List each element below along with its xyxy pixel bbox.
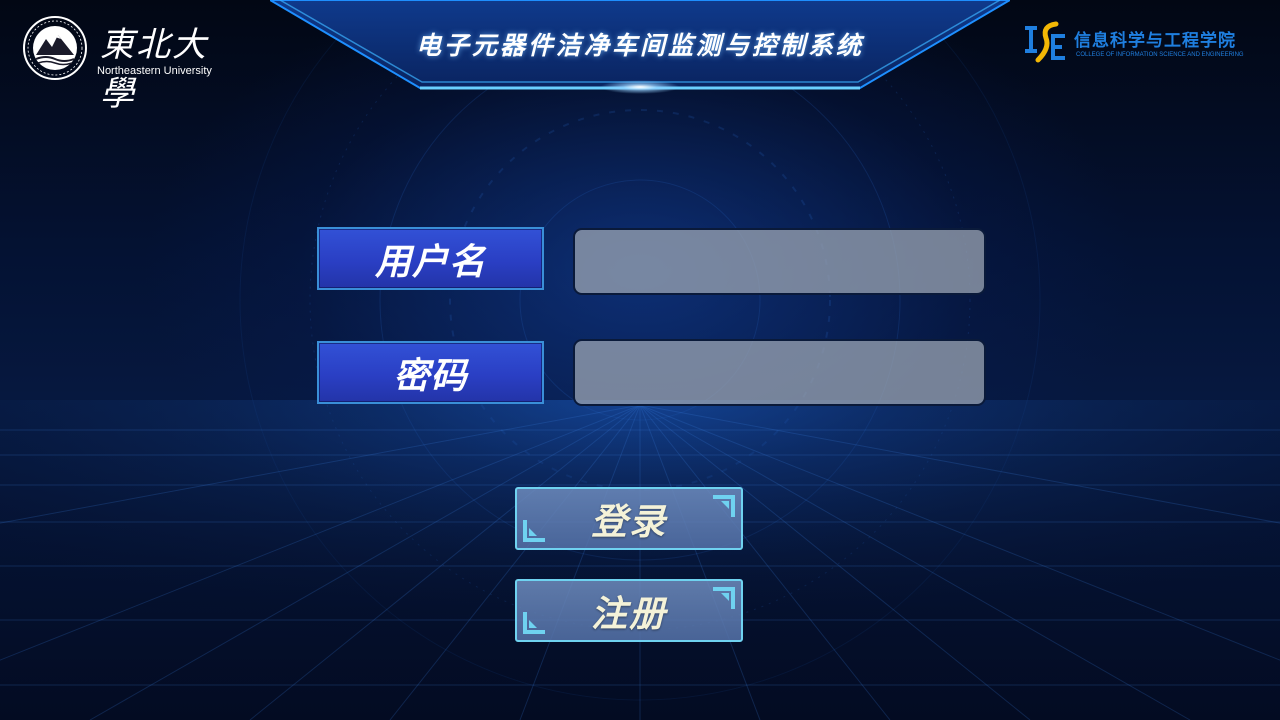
college-name-cn: 信息科学与工程学院 [1074, 31, 1236, 51]
title-glow [600, 80, 680, 94]
register-button-label: 注册 [590, 593, 667, 635]
username-input[interactable] [573, 228, 986, 295]
university-seal-icon [23, 16, 87, 80]
university-name-en: Northeastern University [97, 65, 212, 77]
password-label-text: 密码 [393, 355, 468, 397]
corner-bracket-icon [713, 587, 735, 609]
corner-bracket-icon [713, 495, 735, 517]
login-screen: 电子元器件洁净车间监测与控制系统 東北大學 Northeastern Unive… [0, 0, 1280, 720]
corner-bracket-icon [523, 612, 545, 634]
login-button-label: 登录 [590, 501, 667, 543]
login-button[interactable]: 登录 [515, 487, 743, 550]
page-title: 电子元器件洁净车间监测与控制系统 [415, 31, 864, 60]
corner-bracket-icon [523, 520, 545, 542]
username-label: 用户名 [317, 227, 544, 290]
password-input[interactable] [573, 339, 986, 406]
university-logo: 東北大學 Northeastern University [22, 15, 222, 114]
college-name-en: COLLEGE OF INFORMATION SCIENCE AND ENGIN… [1076, 52, 1244, 58]
register-button[interactable]: 注册 [515, 579, 743, 642]
password-label: 密码 [317, 341, 544, 404]
college-mark-icon [1025, 21, 1065, 63]
username-label-text: 用户名 [374, 241, 486, 283]
college-logo: 信息科学与工程学院 COLLEGE OF INFORMATION SCIENCE… [1022, 16, 1262, 68]
